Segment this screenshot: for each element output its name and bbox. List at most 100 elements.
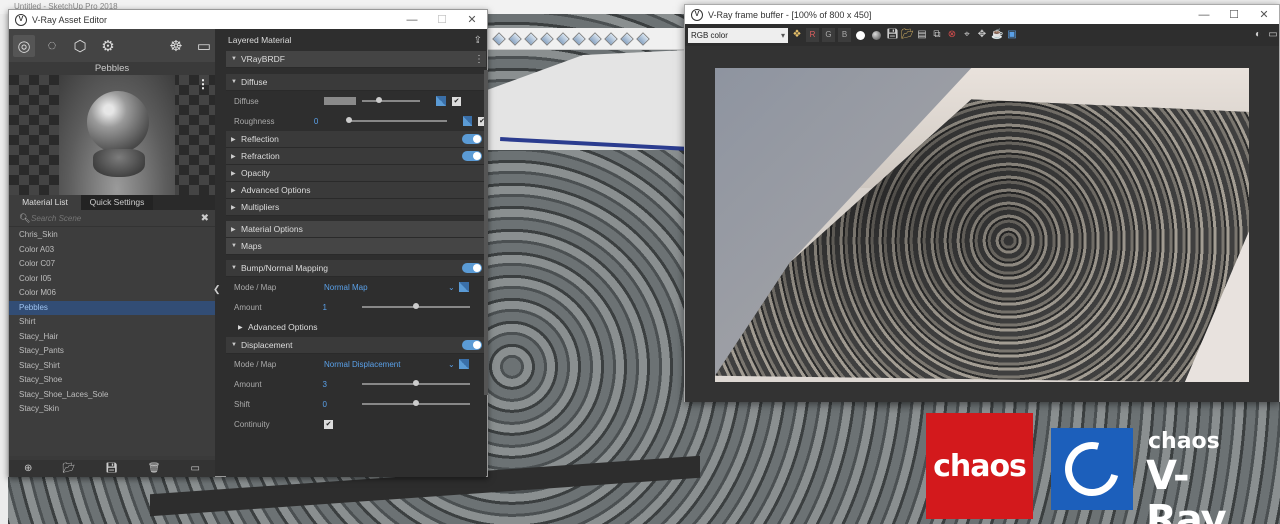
texture-map-icon[interactable] [463, 116, 472, 126]
green-channel-button[interactable]: G [822, 28, 835, 42]
list-item[interactable]: Stacy_Pants [9, 344, 215, 359]
list-item[interactable]: Stacy_Skin [9, 402, 215, 417]
sketchup-toolbar[interactable] [487, 28, 687, 50]
list-item[interactable]: Stacy_Shoe [9, 373, 215, 388]
settings-scrollbar[interactable] [484, 70, 488, 395]
toolbar-view-icon[interactable] [588, 31, 602, 46]
frame-buffer-titlebar[interactable]: V V-Ray frame buffer - [100% of 800 x 45… [685, 5, 1279, 24]
red-channel-button[interactable]: R [806, 28, 819, 42]
bump-advanced-options[interactable]: ▶ Advanced Options [226, 317, 486, 337]
tab-material-list[interactable]: Material List [9, 195, 81, 210]
shift-slider[interactable] [361, 400, 470, 406]
materials-icon[interactable]: ◎ [13, 34, 35, 57]
asset-editor-titlebar[interactable]: V V-Ray Asset Editor — ☐ ✕ [9, 10, 487, 29]
section-material-options[interactable]: ▶ Material Options [226, 221, 486, 238]
section-refraction[interactable]: ▶ Refraction [226, 148, 486, 165]
displacement-amount-value[interactable]: 3 [323, 380, 362, 389]
region-render-icon[interactable]: ⌖ [961, 29, 973, 41]
render-interactive-icon[interactable]: ☸ [165, 35, 187, 57]
section-bump-mapping[interactable]: ▼ Bump/Normal Mapping [226, 260, 486, 277]
geometry-icon[interactable]: ⬡ [69, 35, 91, 57]
chevron-down-icon[interactable]: ⌄ [448, 283, 455, 292]
sketchup-left-toolbar[interactable] [0, 14, 8, 524]
white-alpha-icon[interactable] [856, 30, 865, 40]
slider-knob[interactable] [376, 97, 383, 103]
texture-map-icon[interactable] [458, 282, 469, 292]
shift-value[interactable]: 0 [323, 400, 362, 409]
texture-map-icon[interactable] [458, 359, 469, 369]
section-diffuse[interactable]: ▼ Diffuse [226, 74, 486, 91]
continuity-checkbox[interactable]: ✔ [324, 419, 333, 429]
save-image-icon[interactable]: 💾︎ [886, 29, 899, 41]
open-image-icon[interactable]: 📂︎ [901, 29, 914, 41]
maximize-button[interactable]: ☐ [427, 13, 457, 26]
list-item[interactable]: Color C07 [9, 257, 215, 272]
upload-icon[interactable]: ⇪ [474, 35, 486, 46]
create-asset-icon[interactable]: ⊕ [24, 463, 32, 474]
close-button[interactable]: ✕ [1249, 8, 1279, 21]
clear-image-icon[interactable]: ▤ [916, 29, 928, 41]
minimize-button[interactable]: — [397, 14, 427, 26]
roughness-value[interactable]: 0 [314, 117, 350, 126]
tab-quick-settings[interactable]: Quick Settings [81, 195, 153, 210]
list-item[interactable]: Stacy_Shirt [9, 359, 215, 374]
brdf-layer[interactable]: ▼ VRayBRDF ⋮ [226, 51, 486, 68]
open-file-icon[interactable]: 📂︎ [62, 463, 75, 474]
render-teapot-icon[interactable]: ☕ [991, 29, 1003, 41]
minimize-button[interactable]: — [1189, 9, 1219, 21]
stop-render-icon[interactable]: ⊗ [946, 29, 958, 41]
color-channels-icon[interactable]: ❖ [791, 29, 803, 41]
settings-gear-icon[interactable]: ⚙ [97, 35, 119, 57]
toolbar-view-icon[interactable] [620, 31, 634, 46]
list-item[interactable]: Stacy_Hair [9, 330, 215, 345]
section-maps[interactable]: ▼ Maps [226, 238, 486, 255]
collapse-panel-icon[interactable]: ❮ [213, 284, 221, 298]
lights-icon[interactable]: ◌ [41, 35, 63, 57]
section-opacity[interactable]: ▶ Opacity [226, 165, 486, 182]
close-button[interactable]: ✕ [457, 13, 487, 26]
toolbar-view-icon[interactable] [492, 31, 506, 46]
list-item[interactable]: Color A03 [9, 243, 215, 258]
chevron-down-icon[interactable]: ⌄ [448, 360, 455, 369]
displacement-mode-dropdown[interactable]: Normal Displacement [324, 360, 448, 369]
list-item[interactable]: Shirt [9, 315, 215, 330]
displacement-amount-slider[interactable] [361, 380, 470, 386]
bump-amount-value[interactable]: 1 [323, 303, 362, 312]
texture-map-icon[interactable] [436, 96, 446, 106]
mono-icon[interactable] [872, 30, 881, 40]
lens-effects-icon[interactable]: ▣ [1006, 29, 1018, 41]
section-displacement[interactable]: ▼ Displacement [226, 337, 486, 354]
search-input[interactable] [31, 213, 201, 223]
toolbar-view-icon[interactable] [524, 31, 538, 46]
slider-knob[interactable] [346, 117, 353, 123]
section-reflection[interactable]: ▶ Reflection [226, 131, 486, 148]
roughness-slider[interactable] [346, 117, 448, 123]
layer-menu-icon[interactable]: ⋮ [474, 54, 486, 65]
slider-knob[interactable] [412, 400, 419, 406]
diffuse-slider[interactable] [362, 97, 420, 103]
history-icon[interactable]: ▭ [1267, 29, 1279, 41]
toolbar-view-icon[interactable] [604, 31, 618, 46]
bump-mode-dropdown[interactable]: Normal Map [324, 283, 448, 292]
maximize-button[interactable]: ☐ [1219, 8, 1249, 21]
list-item-selected[interactable]: Pebbles [9, 300, 215, 315]
list-item[interactable]: Color M06 [9, 286, 215, 301]
toolbar-view-icon[interactable] [540, 31, 554, 46]
frame-buffer-icon[interactable]: ▭ [193, 35, 215, 57]
toolbar-view-icon[interactable] [508, 31, 522, 46]
bump-toggle[interactable] [462, 263, 482, 273]
preview-menu-icon[interactable]: ⋮ [197, 77, 209, 91]
track-mouse-icon[interactable]: ✥ [976, 29, 988, 41]
refraction-toggle[interactable] [462, 151, 482, 161]
display-correction-icon[interactable]: ◐ [1252, 29, 1264, 41]
blue-channel-button[interactable]: B [838, 28, 851, 42]
slider-knob[interactable] [412, 303, 419, 309]
reflection-toggle[interactable] [462, 134, 482, 144]
diffuse-checkbox[interactable]: ✔ [452, 96, 461, 106]
delete-icon[interactable]: 🗑︎ [148, 463, 161, 474]
toolbar-view-icon[interactable] [572, 31, 586, 46]
channel-select[interactable]: RGB color [688, 27, 788, 43]
bump-amount-slider[interactable] [361, 303, 470, 309]
toolbar-view-icon[interactable] [556, 31, 570, 46]
list-item[interactable]: Color I05 [9, 272, 215, 287]
